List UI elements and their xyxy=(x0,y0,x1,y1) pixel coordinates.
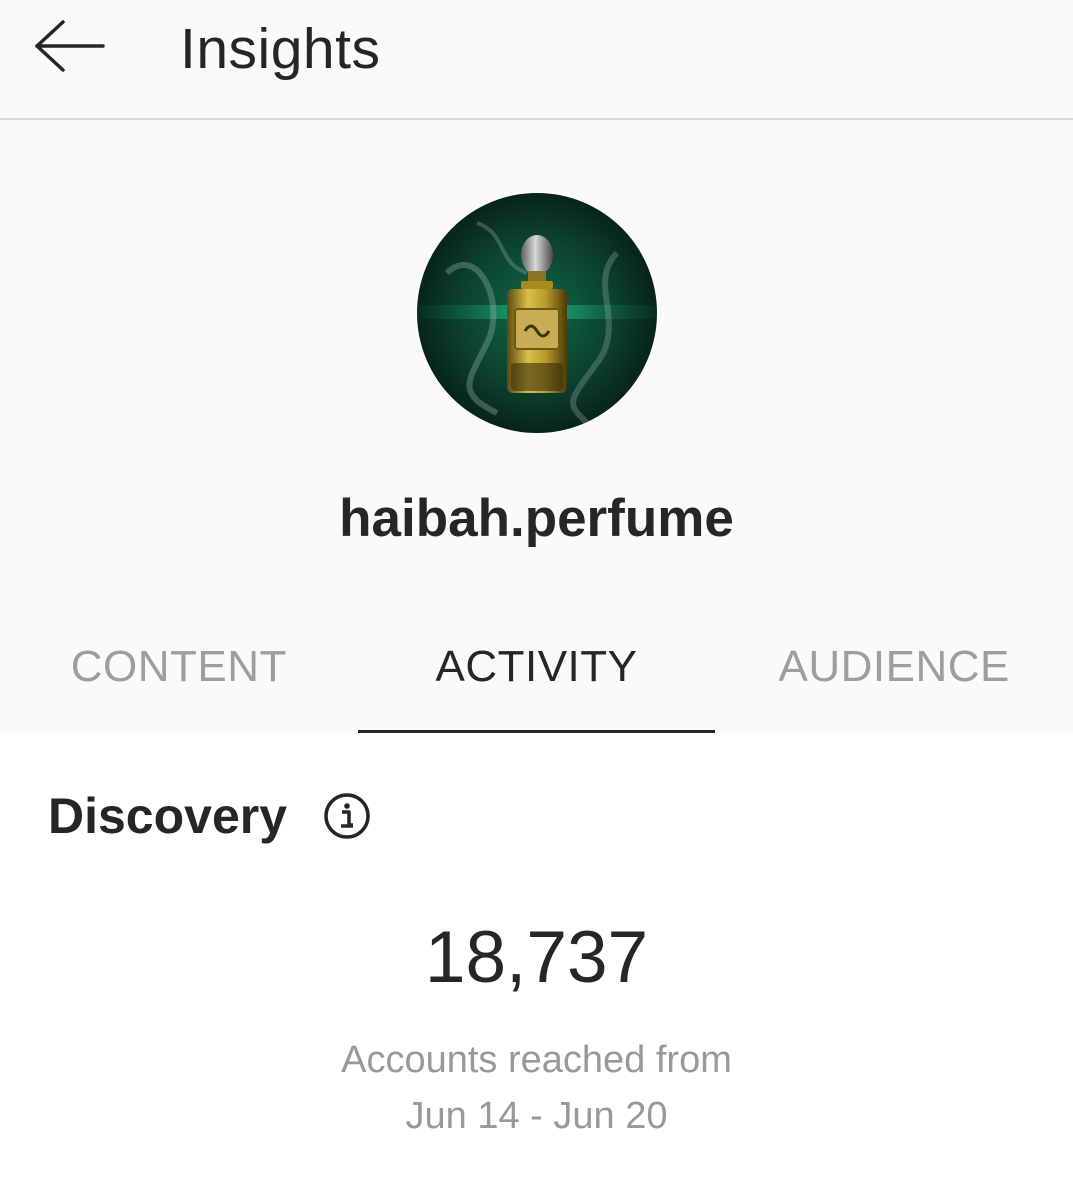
accounts-reached-value: 18,737 xyxy=(424,917,649,998)
profile-username: haibah.perfume xyxy=(339,489,734,548)
insights-tabs: CONTENT ACTIVITY AUDIENCE xyxy=(0,612,1073,733)
discovery-header: Discovery xyxy=(48,780,371,852)
accounts-reached-caption: Accounts reached from Jun 14 - Jun 20 xyxy=(0,1032,1073,1144)
page-title: Insights xyxy=(180,17,381,81)
info-icon[interactable] xyxy=(323,792,371,840)
tab-audience[interactable]: AUDIENCE xyxy=(715,612,1073,733)
back-button[interactable] xyxy=(22,12,118,84)
arrow-left-icon xyxy=(33,18,107,79)
tab-activity[interactable]: ACTIVITY xyxy=(357,612,716,733)
section-title: Discovery xyxy=(48,788,288,844)
caption-date-range: Jun 14 - Jun 20 xyxy=(405,1095,668,1137)
app-bar: Insights xyxy=(0,0,1073,120)
caption-line-1: Accounts reached from xyxy=(341,1039,732,1081)
avatar[interactable] xyxy=(417,193,657,433)
tab-content[interactable]: CONTENT xyxy=(0,612,358,733)
